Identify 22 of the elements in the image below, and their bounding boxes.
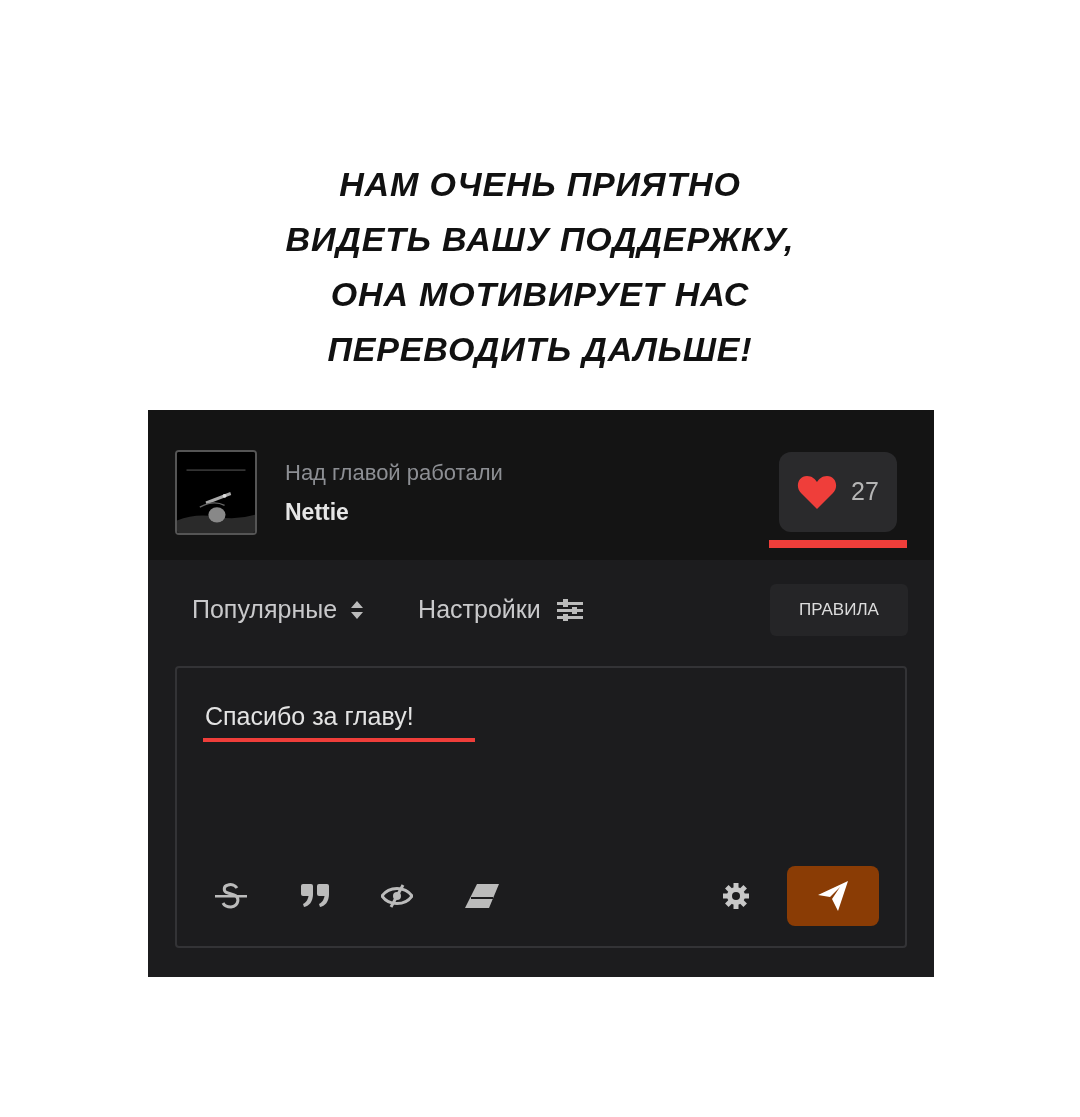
rules-button[interactable]: ПРАВИЛА [770,584,908,636]
credits-caption: Над главой работали [285,459,503,487]
comment-text: Спасибо за главу! [204,701,415,732]
eraser-icon[interactable] [465,884,499,908]
heading-line: ПЕРЕВОДИТЬ ДАЛЬШЕ! [327,329,753,370]
settings-icon[interactable] [723,883,749,909]
like-button[interactable]: 27 [779,452,897,532]
heading-line: ОНА МОТИВИРУЕТ НАС [330,274,750,315]
heading-line: НАМ ОЧЕНЬ ПРИЯТНО [339,164,741,205]
strikethrough-icon[interactable] [215,883,247,909]
settings-button[interactable]: Настройки [418,591,583,629]
translator-name: Nettie [285,498,350,527]
eye-slash-icon[interactable] [381,884,413,908]
quote-icon[interactable] [301,884,331,908]
sort-icon [351,601,364,619]
heart-icon [797,475,838,509]
sliders-icon [556,599,583,621]
comment-field[interactable]: Спасибо за главу! [175,666,907,948]
sort-button[interactable]: Популярные [192,591,364,629]
send-button[interactable] [787,866,879,926]
heading-line: ВИДЕТЬ ВАШУ ПОДДЕРЖКУ, [285,219,795,260]
send-icon [818,881,848,911]
